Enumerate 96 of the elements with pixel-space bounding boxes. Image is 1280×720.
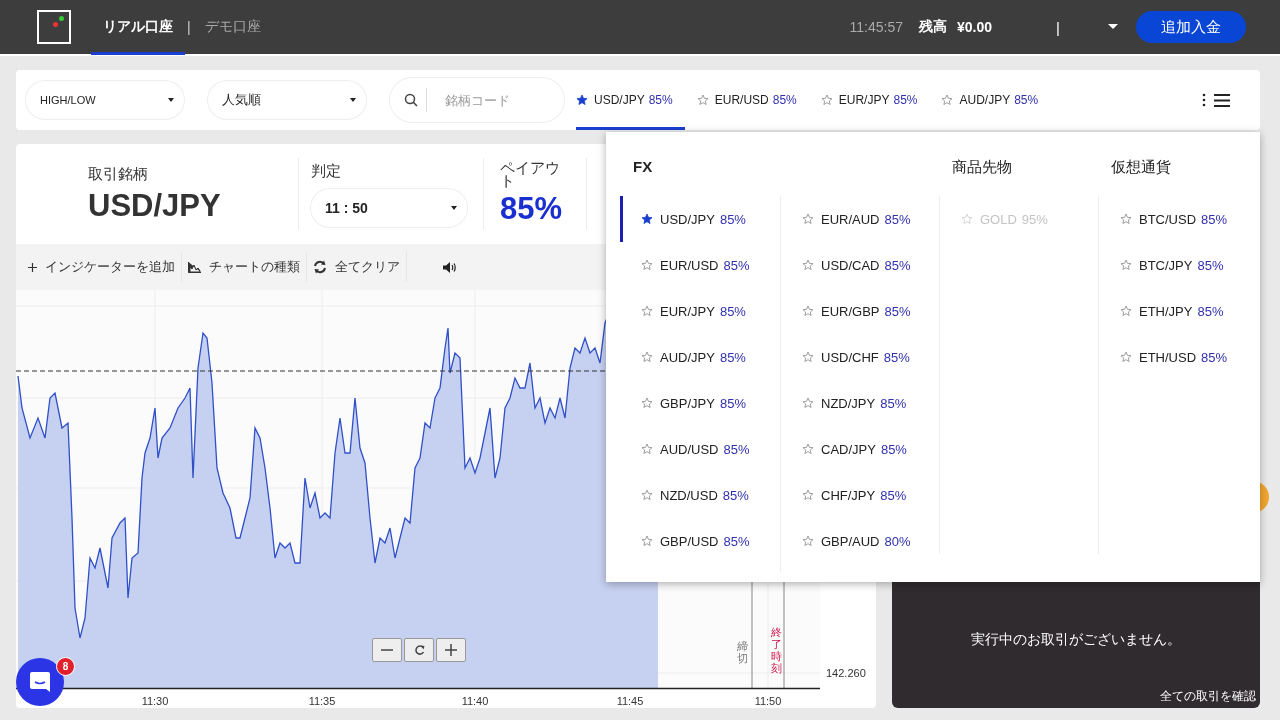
- symbol-item[interactable]: AUD/JPY 85%: [620, 334, 780, 380]
- zoom-out-button[interactable]: [372, 638, 402, 662]
- clear-all-button[interactable]: 全てクリア: [307, 252, 407, 282]
- star-icon[interactable]: [820, 94, 833, 106]
- payout-value: 85%: [500, 191, 564, 227]
- group-title: FX: [632, 158, 654, 177]
- deadline-label: 締切: [737, 640, 748, 665]
- favorite-tab[interactable]: AUD/JPY 85%: [941, 70, 1051, 130]
- plus-icon: [445, 644, 457, 656]
- axis-label: 11:50: [754, 695, 782, 707]
- symbol-item[interactable]: BTC/JPY 85%: [1099, 242, 1257, 288]
- star-icon[interactable]: [802, 489, 814, 501]
- symbol-item[interactable]: EUR/USD 85%: [620, 242, 780, 288]
- search-field[interactable]: 銘柄コード: [390, 78, 564, 122]
- search-icon: [404, 93, 418, 107]
- star-icon[interactable]: [641, 351, 653, 363]
- symbol-label: 取引銘柄: [88, 164, 149, 184]
- balance-value: ¥0.00: [957, 19, 993, 35]
- chat-icon: [29, 671, 51, 693]
- separator: |: [187, 19, 191, 35]
- symbol-item[interactable]: CHF/JPY 85%: [781, 472, 939, 518]
- symbol-item[interactable]: ETH/JPY 85%: [1099, 288, 1257, 334]
- star-icon[interactable]: [802, 397, 814, 409]
- expiry-label: 判定: [311, 161, 342, 181]
- symbol-item[interactable]: CAD/JPY 85%: [781, 426, 939, 472]
- star-icon[interactable]: [641, 489, 653, 501]
- star-icon[interactable]: [802, 305, 814, 317]
- minus-icon: [381, 649, 393, 651]
- option-type-select[interactable]: HIGH/LOW: [26, 81, 184, 119]
- favorite-tab[interactable]: EUR/USD 85%: [696, 70, 809, 130]
- symbol-value: USD/JPY: [88, 187, 222, 224]
- favorite-tab[interactable]: EUR/JPY 85%: [820, 70, 930, 130]
- expiry-select[interactable]: 11 : 50: [311, 188, 467, 227]
- star-icon[interactable]: [802, 259, 814, 271]
- account-tab[interactable]: デモ口座: [192, 0, 273, 55]
- add-indicator-button[interactable]: インジケーターを追加: [22, 252, 182, 282]
- star-icon[interactable]: [802, 351, 814, 363]
- axis-label: 142.260: [826, 667, 866, 679]
- star-icon[interactable]: [641, 443, 653, 455]
- star-icon[interactable]: [641, 535, 653, 547]
- zoom-in-button[interactable]: [436, 638, 466, 662]
- symbol-item[interactable]: GBP/USD 85%: [620, 518, 780, 564]
- axis-label: 11:40: [461, 695, 489, 707]
- symbol-item[interactable]: GBP/JPY 85%: [620, 380, 780, 426]
- chart-icon: [188, 261, 201, 273]
- symbol-item[interactable]: NZD/JPY 85%: [781, 380, 939, 426]
- caret-icon[interactable]: [1108, 24, 1118, 30]
- star-icon[interactable]: [641, 213, 653, 225]
- refresh-icon: [413, 644, 425, 656]
- star-icon[interactable]: [641, 397, 653, 409]
- separator: |: [1056, 18, 1060, 36]
- more-icon[interactable]: [1202, 93, 1206, 107]
- symbol-item[interactable]: GBP/AUD 80%: [781, 518, 939, 564]
- all-trades-link[interactable]: 全ての取引を確認: [1160, 688, 1256, 705]
- symbol-item[interactable]: EUR/AUD 85%: [781, 196, 939, 242]
- deposit-button[interactable]: 追加入金: [1136, 11, 1246, 43]
- star-icon[interactable]: [641, 305, 653, 317]
- star-icon[interactable]: [941, 94, 954, 106]
- balance-label: 残高: [919, 18, 948, 36]
- end-time-label: 終了時刻: [771, 626, 782, 675]
- menu-icon[interactable]: [1214, 93, 1230, 107]
- axis-label: 11:45: [616, 695, 644, 707]
- empty-message: 実行中のお取引がございません。: [971, 631, 1181, 649]
- chart-type-button[interactable]: チャートの種類: [182, 252, 307, 282]
- star-icon[interactable]: [576, 94, 588, 106]
- payout-label: ペイアウト: [500, 161, 561, 187]
- account-tab[interactable]: リアル口座: [91, 0, 185, 55]
- symbol-item[interactable]: EUR/JPY 85%: [620, 288, 780, 334]
- sort-select[interactable]: 人気順: [208, 81, 366, 119]
- symbol-item[interactable]: ETH/USD 85%: [1099, 334, 1257, 380]
- reset-button[interactable]: [404, 638, 434, 662]
- star-icon[interactable]: [802, 535, 814, 547]
- speaker-icon: [443, 261, 456, 273]
- group-title: 商品先物: [951, 158, 1013, 177]
- star-icon[interactable]: [1120, 351, 1132, 363]
- star-icon[interactable]: [1120, 259, 1132, 271]
- axis-label: 11:35: [308, 695, 336, 707]
- symbol-item[interactable]: AUD/USD 85%: [620, 426, 780, 472]
- star-icon[interactable]: [802, 443, 814, 455]
- symbol-item[interactable]: EUR/GBP 85%: [781, 288, 939, 334]
- refresh-icon: [313, 260, 327, 274]
- star-icon[interactable]: [802, 213, 814, 225]
- star-icon[interactable]: [1120, 305, 1132, 317]
- clock-time: 11:45:57: [849, 19, 904, 35]
- logo-icon: [37, 10, 71, 44]
- symbol-item[interactable]: BTC/USD 85%: [1099, 196, 1257, 242]
- symbol-item[interactable]: USD/JPY 85%: [620, 196, 780, 242]
- symbol-item[interactable]: USD/CAD 85%: [781, 242, 939, 288]
- star-icon[interactable]: [1120, 213, 1132, 225]
- plus-icon: [28, 262, 37, 272]
- axis-label: 11:30: [141, 695, 169, 707]
- symbol-item[interactable]: USD/CHF 85%: [781, 334, 939, 380]
- group-title: 仮想通貨: [1110, 158, 1172, 177]
- star-icon[interactable]: [696, 94, 709, 106]
- star-icon[interactable]: [641, 259, 653, 271]
- symbol-item[interactable]: NZD/USD 85%: [620, 472, 780, 518]
